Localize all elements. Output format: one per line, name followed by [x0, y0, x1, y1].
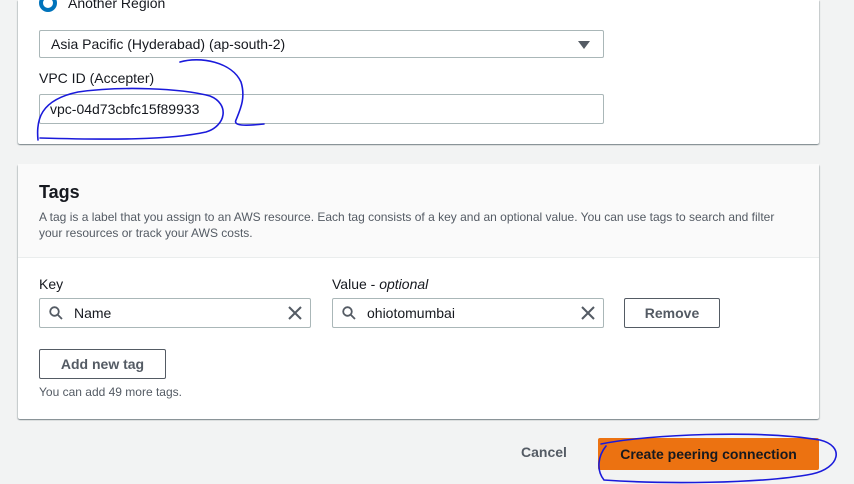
- value-column-label: Value - optional: [332, 276, 428, 292]
- tags-remaining-hint: You can add 49 more tags.: [39, 385, 182, 399]
- another-region-label: Another Region: [68, 0, 166, 11]
- value-optional-text: optional: [379, 276, 429, 292]
- tag-value-input[interactable]: ohiotomumbai: [332, 298, 604, 328]
- region-select-value: Asia Pacific (Hyderabad) (ap-south-2): [51, 36, 286, 52]
- another-region-option[interactable]: Another Region: [39, 0, 165, 13]
- caret-down-icon[interactable]: [578, 41, 590, 49]
- cancel-button[interactable]: Cancel: [512, 444, 576, 464]
- radio-selected-icon[interactable]: [39, 0, 57, 12]
- tags-panel: Tags A tag is a label that you assign to…: [18, 164, 819, 419]
- clear-icon[interactable]: [288, 306, 302, 320]
- create-peering-connection-button[interactable]: Create peering connection: [598, 438, 819, 470]
- tags-title: Tags: [39, 182, 80, 202]
- vpc-id-label: VPC ID (Accepter): [39, 70, 155, 86]
- region-select[interactable]: Asia Pacific (Hyderabad) (ap-south-2): [39, 30, 604, 58]
- tag-value-value: ohiotomumbai: [367, 305, 455, 321]
- key-column-label: Key: [39, 276, 64, 292]
- remove-tag-button[interactable]: Remove: [624, 298, 720, 328]
- value-label-text: Value -: [332, 276, 380, 292]
- search-icon: [342, 306, 356, 320]
- tag-key-value: Name: [74, 305, 112, 321]
- add-new-tag-button[interactable]: Add new tag: [39, 349, 166, 379]
- tags-header: Tags A tag is a label that you assign to…: [18, 164, 819, 258]
- tags-description: A tag is a label that you assign to an A…: [39, 210, 775, 240]
- search-icon: [49, 306, 63, 320]
- tag-key-input[interactable]: Name: [39, 298, 311, 328]
- clear-icon[interactable]: [581, 306, 595, 320]
- vpc-id-value: vpc-04d73cbfc15f89933: [50, 101, 200, 117]
- vpc-id-input[interactable]: vpc-04d73cbfc15f89933: [39, 94, 604, 124]
